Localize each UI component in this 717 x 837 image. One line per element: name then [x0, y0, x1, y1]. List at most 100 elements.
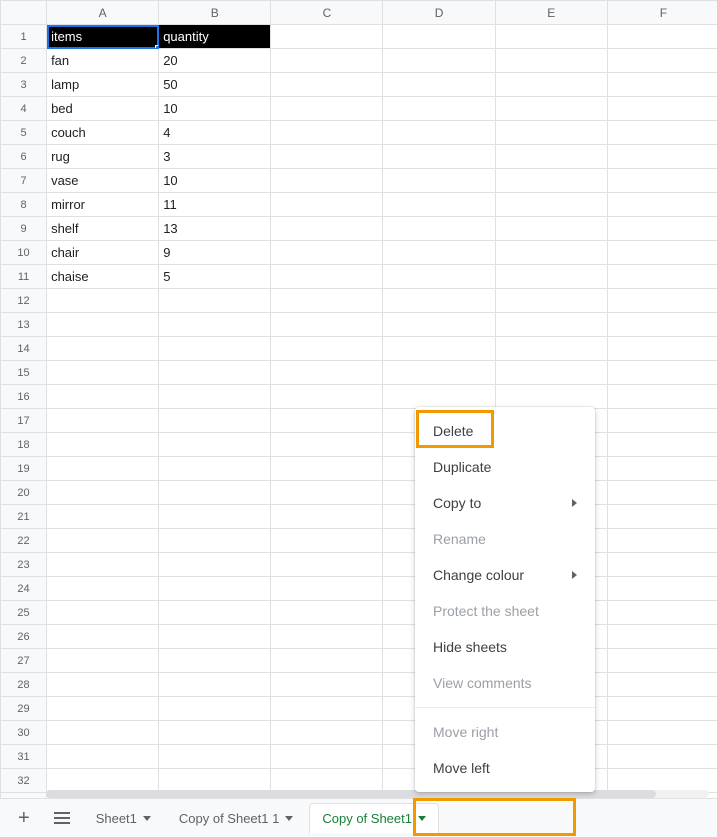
cell-C30[interactable]: [271, 721, 383, 745]
cell-A9[interactable]: shelf: [47, 217, 159, 241]
cell-F30[interactable]: [607, 721, 717, 745]
cell-B26[interactable]: [159, 625, 271, 649]
horizontal-scrollbar[interactable]: [46, 790, 709, 798]
cell-A25[interactable]: [47, 601, 159, 625]
cell-E6[interactable]: [495, 145, 607, 169]
cell-C17[interactable]: [271, 409, 383, 433]
cell-F27[interactable]: [607, 649, 717, 673]
row-header[interactable]: 25: [1, 601, 47, 625]
cell-F10[interactable]: [607, 241, 717, 265]
row-header[interactable]: 9: [1, 217, 47, 241]
cell-E5[interactable]: [495, 121, 607, 145]
cell-D14[interactable]: [383, 337, 495, 361]
cell-F14[interactable]: [607, 337, 717, 361]
cell-F18[interactable]: [607, 433, 717, 457]
cell-B10[interactable]: 9: [159, 241, 271, 265]
cell-E3[interactable]: [495, 73, 607, 97]
cell-B20[interactable]: [159, 481, 271, 505]
cell-B9[interactable]: 13: [159, 217, 271, 241]
cell-C12[interactable]: [271, 289, 383, 313]
cell-D13[interactable]: [383, 313, 495, 337]
row-header[interactable]: 22: [1, 529, 47, 553]
add-sheet-button[interactable]: [8, 803, 40, 833]
cell-A13[interactable]: [47, 313, 159, 337]
cell-B21[interactable]: [159, 505, 271, 529]
row-header[interactable]: 12: [1, 289, 47, 313]
cell-C15[interactable]: [271, 361, 383, 385]
cell-A29[interactable]: [47, 697, 159, 721]
row-header[interactable]: 29: [1, 697, 47, 721]
cell-C16[interactable]: [271, 385, 383, 409]
cell-D11[interactable]: [383, 265, 495, 289]
menu-item-duplicate[interactable]: Duplicate: [415, 449, 595, 485]
cell-D2[interactable]: [383, 49, 495, 73]
cell-C28[interactable]: [271, 673, 383, 697]
cell-E4[interactable]: [495, 97, 607, 121]
menu-item-delete[interactable]: Delete: [415, 413, 595, 449]
cell-A12[interactable]: [47, 289, 159, 313]
cell-D7[interactable]: [383, 169, 495, 193]
row-header[interactable]: 8: [1, 193, 47, 217]
cell-C29[interactable]: [271, 697, 383, 721]
cell-B11[interactable]: 5: [159, 265, 271, 289]
cell-B3[interactable]: 50: [159, 73, 271, 97]
cell-F21[interactable]: [607, 505, 717, 529]
cell-E8[interactable]: [495, 193, 607, 217]
cell-F1[interactable]: [607, 25, 717, 49]
cell-F26[interactable]: [607, 625, 717, 649]
row-header[interactable]: 2: [1, 49, 47, 73]
cell-B27[interactable]: [159, 649, 271, 673]
cell-B19[interactable]: [159, 457, 271, 481]
cell-A30[interactable]: [47, 721, 159, 745]
cell-F8[interactable]: [607, 193, 717, 217]
cell-A3[interactable]: lamp: [47, 73, 159, 97]
cell-D10[interactable]: [383, 241, 495, 265]
row-header[interactable]: 10: [1, 241, 47, 265]
cell-B14[interactable]: [159, 337, 271, 361]
cell-F20[interactable]: [607, 481, 717, 505]
cell-A21[interactable]: [47, 505, 159, 529]
cell-D3[interactable]: [383, 73, 495, 97]
row-header[interactable]: 18: [1, 433, 47, 457]
cell-A8[interactable]: mirror: [47, 193, 159, 217]
row-header[interactable]: 4: [1, 97, 47, 121]
cell-B29[interactable]: [159, 697, 271, 721]
row-header[interactable]: 13: [1, 313, 47, 337]
cell-B15[interactable]: [159, 361, 271, 385]
cell-A10[interactable]: chair: [47, 241, 159, 265]
row-header[interactable]: 30: [1, 721, 47, 745]
cell-F25[interactable]: [607, 601, 717, 625]
cell-A14[interactable]: [47, 337, 159, 361]
cell-A31[interactable]: [47, 745, 159, 769]
row-header[interactable]: 14: [1, 337, 47, 361]
cell-A17[interactable]: [47, 409, 159, 433]
cell-F7[interactable]: [607, 169, 717, 193]
cell-C19[interactable]: [271, 457, 383, 481]
cell-F5[interactable]: [607, 121, 717, 145]
menu-item-change-colour[interactable]: Change colour: [415, 557, 595, 593]
cell-E7[interactable]: [495, 169, 607, 193]
cell-E1[interactable]: [495, 25, 607, 49]
sheet-tab-copy-of-sheet1-1[interactable]: Copy of Sheet1 1: [167, 803, 305, 833]
menu-item-copy-to[interactable]: Copy to: [415, 485, 595, 521]
cell-F15[interactable]: [607, 361, 717, 385]
cell-A11[interactable]: chaise: [47, 265, 159, 289]
cell-F32[interactable]: [607, 769, 717, 793]
row-header[interactable]: 3: [1, 73, 47, 97]
row-header[interactable]: 24: [1, 577, 47, 601]
cell-A4[interactable]: bed: [47, 97, 159, 121]
cell-C11[interactable]: [271, 265, 383, 289]
cell-F23[interactable]: [607, 553, 717, 577]
cell-A28[interactable]: [47, 673, 159, 697]
cell-C25[interactable]: [271, 601, 383, 625]
spreadsheet-grid[interactable]: A B C D E F 1itemsquantity2fan203lamp504…: [0, 0, 717, 798]
cell-D4[interactable]: [383, 97, 495, 121]
cell-B24[interactable]: [159, 577, 271, 601]
cell-A7[interactable]: vase: [47, 169, 159, 193]
cell-B7[interactable]: 10: [159, 169, 271, 193]
row-header[interactable]: 1: [1, 25, 47, 49]
cell-B23[interactable]: [159, 553, 271, 577]
cell-C21[interactable]: [271, 505, 383, 529]
cell-D8[interactable]: [383, 193, 495, 217]
row-header[interactable]: 7: [1, 169, 47, 193]
